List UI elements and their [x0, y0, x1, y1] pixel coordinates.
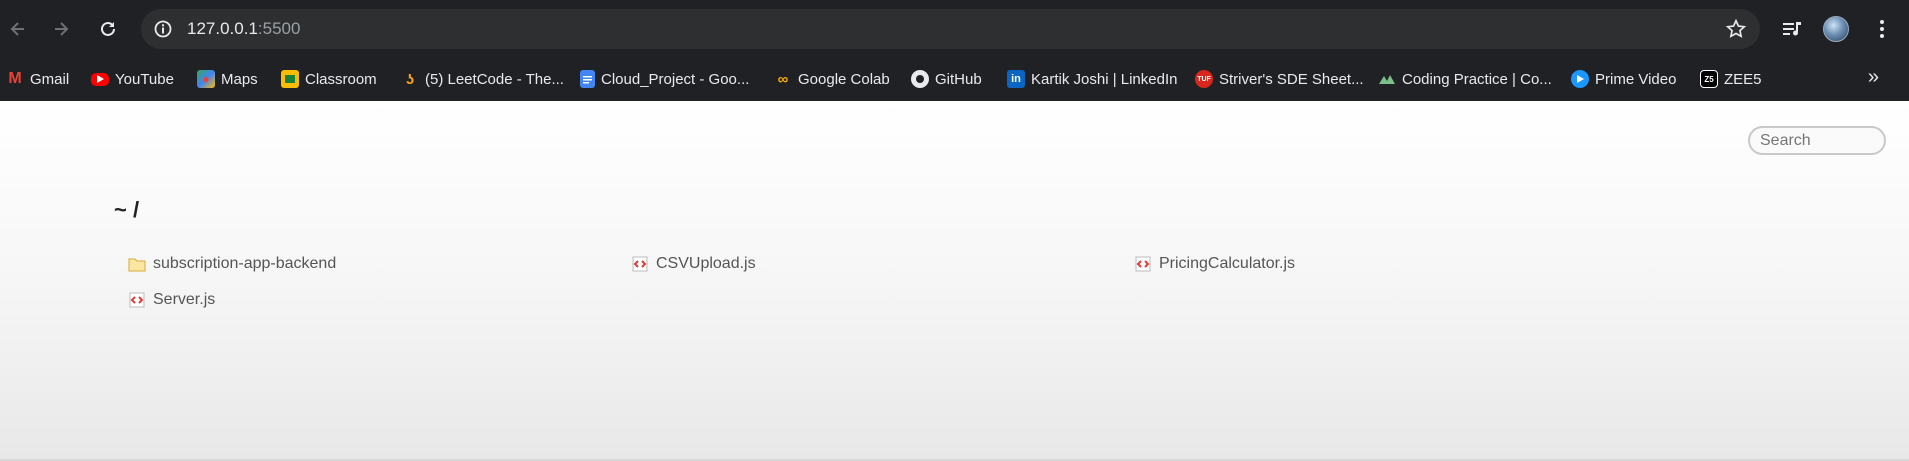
bookmark-google-colab[interactable]: ∞ Google Colab	[774, 66, 890, 92]
bookmark-coding-practice[interactable]: Coding Practice | Co...	[1378, 66, 1552, 92]
code-file-icon	[129, 292, 145, 308]
bookmark-label: (5) LeetCode - The...	[425, 70, 564, 88]
leetcode-icon: ʖ	[405, 70, 415, 88]
bookmark-classroom[interactable]: Classroom	[281, 66, 377, 92]
prime-video-icon	[1571, 70, 1589, 88]
arrow-left-icon	[10, 22, 24, 36]
bookmark-gmail[interactable]: M Gmail	[6, 66, 69, 92]
code-file-icon	[1135, 256, 1151, 272]
bookmark-label: Maps	[221, 70, 258, 88]
bookmark-label: Coding Practice | Co...	[1402, 70, 1552, 88]
star-icon	[1725, 18, 1747, 38]
browser-menu-button[interactable]	[1866, 13, 1898, 45]
file-item[interactable]: Server.js	[128, 291, 215, 309]
site-info-button[interactable]	[149, 15, 177, 43]
bookmark-label: Prime Video	[1595, 70, 1677, 88]
forward-button[interactable]	[45, 13, 77, 45]
file-name: PricingCalculator.js	[1159, 255, 1296, 272]
bookmark-label: Kartik Joshi | LinkedIn	[1031, 70, 1178, 88]
url-text[interactable]: 127.0.0.1:5500	[187, 19, 300, 39]
bookmark-youtube[interactable]: YouTube	[91, 66, 174, 92]
github-icon	[911, 70, 929, 88]
bookmark-zee5[interactable]: Z5 ZEE5	[1700, 66, 1762, 92]
url-port: :5500	[257, 19, 301, 38]
classroom-icon	[281, 70, 299, 88]
code-file-icon	[632, 256, 648, 272]
google-docs-icon	[580, 70, 595, 88]
url-host: 127.0.0.1	[187, 19, 258, 38]
bookmarks-bar: M Gmail YouTube ● Maps Classroom ʖ (5) L…	[0, 58, 1909, 101]
arrow-right-icon	[55, 22, 69, 36]
search-input[interactable]	[1748, 126, 1886, 155]
double-chevron-right-icon: »	[1867, 66, 1879, 88]
avatar	[1823, 16, 1849, 42]
file-item[interactable]: subscription-app-backend	[128, 255, 336, 273]
bookmark-label: Google Colab	[798, 70, 890, 88]
info-icon	[154, 20, 172, 38]
linkedin-icon: in	[1007, 70, 1025, 88]
reload-icon	[101, 21, 115, 36]
gmail-icon: M	[8, 70, 22, 87]
file-item[interactable]: PricingCalculator.js	[1134, 255, 1295, 273]
gfg-icon	[1378, 70, 1396, 88]
page-content: ~ / subscription-app-backend CSVUpload.j…	[0, 101, 1909, 461]
bookmark-star-button[interactable]	[1722, 15, 1750, 43]
bookmark-strivers-sheet[interactable]: TUF Striver's SDE Sheet...	[1195, 66, 1364, 92]
back-button[interactable]	[2, 13, 34, 45]
more-bookmarks-button[interactable]: »	[1868, 66, 1879, 89]
bookmark-label: GitHub	[935, 70, 982, 88]
bookmark-label: Striver's SDE Sheet...	[1219, 70, 1364, 88]
bookmark-label: YouTube	[115, 70, 174, 88]
profile-button[interactable]	[1820, 13, 1852, 45]
bookmark-leetcode[interactable]: ʖ (5) LeetCode - The...	[401, 66, 564, 92]
bookmark-label: Classroom	[305, 70, 377, 88]
bookmark-prime-video[interactable]: Prime Video	[1571, 66, 1676, 92]
kebab-menu-icon	[1880, 20, 1884, 38]
bookmark-label: ZEE5	[1724, 70, 1762, 88]
bookmark-label: Gmail	[30, 70, 70, 88]
bookmark-label: Cloud_Project - Goo...	[601, 70, 750, 88]
browser-toolbar: 127.0.0.1:5500	[0, 0, 1909, 58]
bookmark-maps[interactable]: ● Maps	[197, 66, 258, 92]
folder-icon	[128, 258, 146, 272]
reload-button[interactable]	[92, 13, 124, 45]
breadcrumb: ~ /	[114, 197, 140, 222]
bookmark-github[interactable]: GitHub	[911, 66, 982, 92]
bookmark-cloud-project[interactable]: Cloud_Project - Goo...	[580, 66, 749, 92]
file-name: CSVUpload.js	[656, 255, 756, 272]
maps-icon: ●	[197, 70, 215, 88]
colab-icon: ∞	[777, 70, 789, 88]
file-name: subscription-app-backend	[153, 255, 337, 272]
media-control-button[interactable]	[1776, 13, 1808, 45]
file-name: Server.js	[153, 291, 216, 308]
playlist-music-icon	[1783, 22, 1801, 36]
address-bar[interactable]: 127.0.0.1:5500	[141, 9, 1760, 49]
bookmark-linkedin[interactable]: in Kartik Joshi | LinkedIn	[1007, 66, 1177, 92]
zee5-icon: Z5	[1700, 70, 1718, 88]
file-item[interactable]: CSVUpload.js	[631, 255, 756, 273]
tuf-icon: TUF	[1195, 70, 1213, 88]
youtube-icon	[91, 72, 109, 86]
